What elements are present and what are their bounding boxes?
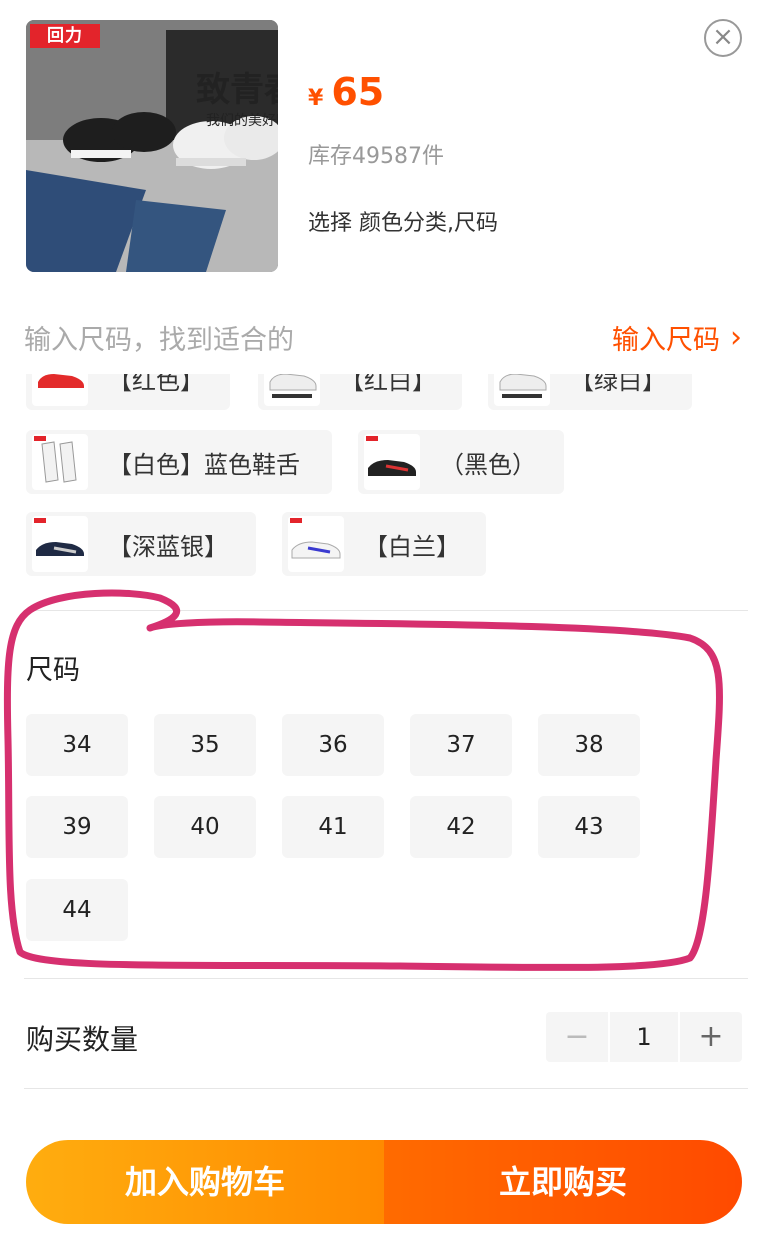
selection-hint: 选择 颜色分类,尺码: [308, 211, 498, 236]
color-option[interactable]: 【红色】: [26, 374, 230, 410]
buy-now-button[interactable]: 立即购买: [384, 1140, 742, 1224]
shoe-thumbnail: [264, 374, 320, 406]
color-option[interactable]: 【白色】蓝色鞋舌: [26, 430, 332, 494]
size-finder-link[interactable]: 输入尺码 ›: [612, 318, 742, 357]
size-finder-link-label: 输入尺码: [612, 325, 720, 356]
color-option-label: 【深蓝银】: [108, 532, 228, 561]
image-slogan-sub: 我们的美好时光: [206, 113, 278, 129]
plus-icon[interactable]: +: [680, 1012, 742, 1062]
color-option-label: 【白兰】: [364, 532, 460, 561]
product-image: 回力 致青春 我们的美好时光: [26, 20, 278, 272]
shoe-thumbnail: [364, 434, 420, 490]
shoe-thumbnail: [32, 516, 88, 572]
size-option-41[interactable]: 41: [282, 796, 384, 858]
price-value: 65: [331, 70, 385, 114]
shoe-thumbnail: [494, 374, 550, 406]
stock-count: 库存49587件: [308, 144, 444, 169]
shoe-thumbnail: [32, 374, 88, 406]
currency-symbol: ¥: [308, 86, 324, 111]
close-icon[interactable]: ×: [704, 19, 742, 57]
divider: [24, 978, 748, 979]
size-finder-label: 输入尺码，找到适合的: [24, 325, 294, 356]
chevron-right-icon: ›: [730, 320, 742, 355]
color-option[interactable]: 【红白】: [258, 374, 462, 410]
color-option-label: （黑色）: [440, 450, 536, 479]
color-options: 【红色】 【红白】 【绿白】 【白色】蓝色鞋舌 （黑色） 【深蓝银】 【白兰】: [0, 374, 768, 594]
price: ¥65: [308, 70, 384, 114]
color-option-label: 【红色】: [108, 374, 204, 395]
sku-selector-sheet: 回力 致青春 我们的美好时光 ¥65 库存49587件 选择 颜色分类,尺码 ×…: [0, 0, 768, 1239]
quantity-value[interactable]: 1: [608, 1012, 680, 1062]
size-option-36[interactable]: 36: [282, 714, 384, 776]
size-option-44[interactable]: 44: [26, 879, 128, 941]
action-bar: 加入购物车 立即购买: [26, 1140, 742, 1224]
size-option-43[interactable]: 43: [538, 796, 640, 858]
brand-logo: 回力: [30, 24, 100, 48]
size-option-34[interactable]: 34: [26, 714, 128, 776]
size-option-42[interactable]: 42: [410, 796, 512, 858]
size-option-37[interactable]: 37: [410, 714, 512, 776]
color-option[interactable]: 【深蓝银】: [26, 512, 256, 576]
color-option-label: 【白色】蓝色鞋舌: [108, 450, 300, 479]
size-option-38[interactable]: 38: [538, 714, 640, 776]
divider: [24, 610, 748, 611]
minus-icon[interactable]: −: [546, 1012, 608, 1062]
color-option-label: 【红白】: [340, 374, 436, 395]
shoe-thumbnail: [32, 434, 88, 490]
size-option-40[interactable]: 40: [154, 796, 256, 858]
color-option[interactable]: 【绿白】: [488, 374, 692, 410]
quantity-label: 购买数量: [26, 1023, 139, 1056]
shoe-thumbnail: [288, 516, 344, 572]
color-option[interactable]: 【白兰】: [282, 512, 486, 576]
divider: [24, 1088, 748, 1089]
quantity-stepper: − 1 +: [546, 1012, 742, 1062]
image-slogan: 致青春: [196, 70, 278, 110]
color-option-label: 【绿白】: [570, 374, 666, 395]
size-option-35[interactable]: 35: [154, 714, 256, 776]
add-to-cart-button[interactable]: 加入购物车: [26, 1140, 384, 1224]
size-section-title: 尺码: [26, 655, 80, 686]
color-option[interactable]: （黑色）: [358, 430, 564, 494]
size-option-39[interactable]: 39: [26, 796, 128, 858]
